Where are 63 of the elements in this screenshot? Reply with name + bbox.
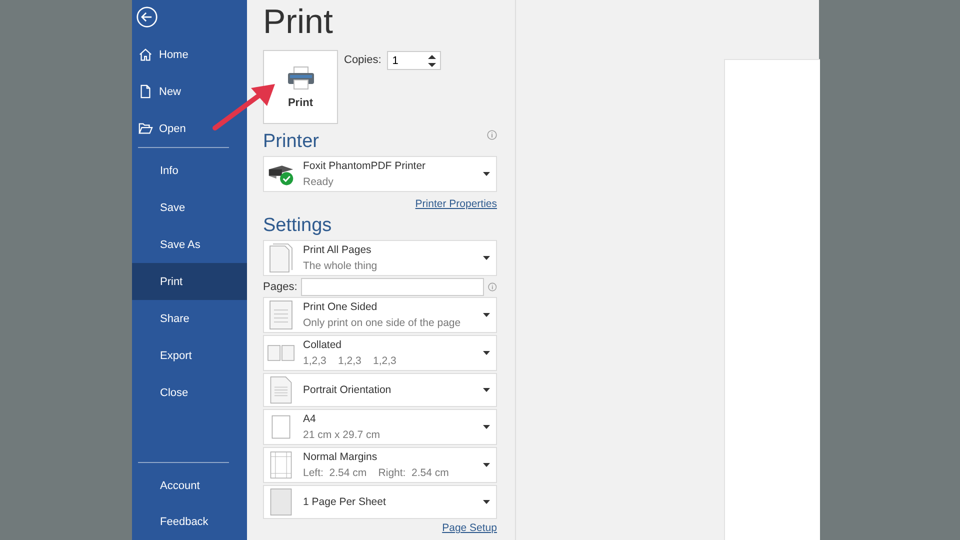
- settings-dropdown[interactable]: Portrait Orientation: [263, 373, 497, 407]
- folder-icon: [138, 121, 153, 136]
- option-description: 21 cm x 29.7 cm: [303, 429, 382, 441]
- settings-dropdown[interactable]: 1 Page Per Sheet: [263, 485, 497, 519]
- option-title: Print All Pages: [303, 244, 372, 256]
- nav-item[interactable]: Home: [132, 36, 247, 73]
- spin-arrows-icon: [428, 54, 436, 68]
- printer-heading: Printer: [263, 130, 319, 154]
- nav-item[interactable]: Close: [132, 374, 247, 411]
- pages-icon: [267, 243, 295, 273]
- option-description: Left: 2.54 cm Right: 2.54 cm: [303, 467, 450, 479]
- info-icon[interactable]: [487, 130, 497, 140]
- settings-dropdown[interactable]: Collated 1,2,3 1,2,3 1,2,3: [263, 335, 497, 371]
- caret-icon: [483, 351, 490, 355]
- copies-spinner[interactable]: 1: [387, 51, 442, 70]
- page-title: Print: [263, 2, 334, 43]
- nav-item[interactable]: Open: [132, 110, 247, 147]
- caret-icon: [483, 256, 490, 260]
- back-icon[interactable]: [136, 6, 158, 28]
- option-title: Normal Margins: [303, 451, 378, 463]
- nav-item[interactable]: Account: [132, 467, 247, 504]
- option-title: Print One Sided: [303, 301, 378, 313]
- settings-dropdown[interactable]: A4 21 cm x 29.7 cm: [263, 409, 497, 445]
- collated-pages-icon: [267, 343, 295, 363]
- settings-dropdown[interactable]: Print All Pages The whole thing: [263, 240, 497, 276]
- nav-item[interactable]: Info: [132, 152, 247, 189]
- nav-item[interactable]: Print: [132, 263, 247, 300]
- printer-icon: [286, 66, 314, 90]
- pages-input-field[interactable]: [301, 278, 484, 296]
- option-title: Collated: [303, 339, 343, 351]
- caret-icon: [483, 313, 490, 317]
- caret-icon: [483, 425, 490, 429]
- page-setup-link[interactable]: Page Setup: [263, 523, 497, 534]
- pages-label: Pages:: [263, 281, 298, 293]
- page-icon: [267, 300, 295, 330]
- settings-heading: Settings: [263, 214, 333, 238]
- printer-properties-link[interactable]: Printer Properties: [263, 198, 497, 210]
- nav-item[interactable]: Share: [132, 300, 247, 337]
- printer-dropdown[interactable]: Foxit PhantomPDF Printer Ready: [263, 156, 497, 192]
- nav-item[interactable]: Save As: [132, 226, 247, 263]
- copies-label: Copies:: [344, 54, 382, 66]
- print-button[interactable]: Print: [263, 50, 338, 124]
- nav-item[interactable]: Export: [132, 337, 247, 374]
- option-description: 1,2,3 1,2,3 1,2,3: [303, 355, 398, 367]
- settings-dropdown[interactable]: Print One Sided Only print on one side of the page: [263, 297, 497, 333]
- option-title: A4: [303, 413, 317, 425]
- option-title: Portrait Orientation: [303, 384, 392, 396]
- nav-item[interactable]: Feedback: [132, 504, 247, 540]
- printer-name: Foxit PhantomPDF Printer: [303, 160, 427, 172]
- nav-item[interactable]: Save: [132, 189, 247, 226]
- home-icon: [138, 47, 153, 62]
- option-description: The whole thing: [303, 260, 378, 272]
- option-description: Only print on one side of the page: [303, 317, 462, 329]
- nav-item[interactable]: New: [132, 73, 247, 110]
- caret-icon: [483, 500, 490, 504]
- document-icon: [138, 84, 153, 99]
- printer-status: Ready: [303, 176, 334, 188]
- caret-icon: [483, 463, 490, 467]
- info-icon[interactable]: [488, 282, 497, 292]
- option-title: 1 Page Per Sheet: [303, 496, 387, 508]
- settings-dropdown[interactable]: Normal Margins Left: 2.54 cm Right: 2.54 cm: [263, 447, 497, 483]
- caret-icon: [483, 172, 490, 176]
- caret-icon: [483, 388, 490, 392]
